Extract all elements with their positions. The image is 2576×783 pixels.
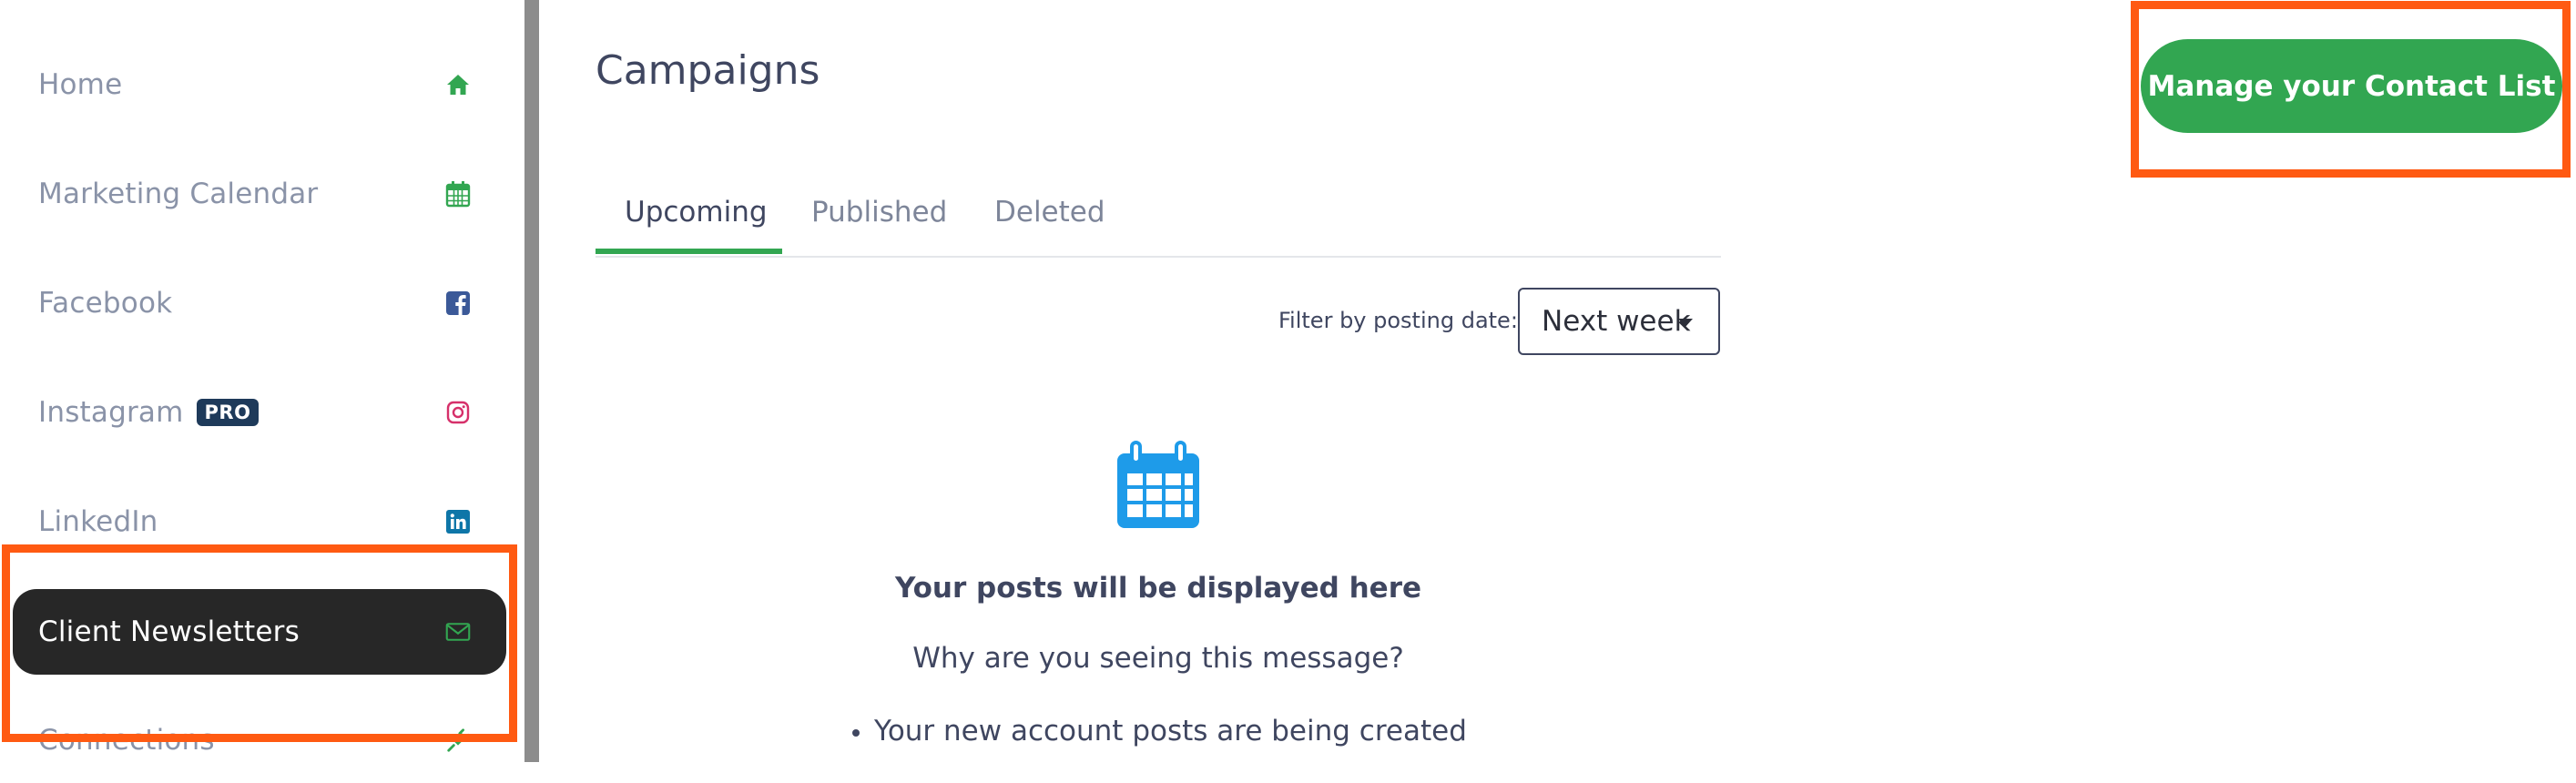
sidebar-item-facebook[interactable]: Facebook [13, 260, 506, 346]
sidebar-item-linkedin[interactable]: LinkedIn [13, 479, 506, 564]
bullet-icon [852, 728, 860, 737]
sidebar-item-label: LinkedIn [38, 505, 158, 538]
empty-state-title: Your posts will be displayed here [894, 572, 1422, 605]
sidebar-item-connections[interactable]: Connections [13, 697, 506, 783]
tab-upcoming[interactable]: Upcoming [625, 196, 768, 229]
page-title: Campaigns [596, 47, 820, 94]
plug-icon [445, 727, 471, 753]
empty-state-reason: Your new account posts are being created [852, 715, 1467, 747]
sidebar-item-label: Home [38, 68, 123, 101]
sidebar-item-instagram[interactable]: Instagram PRO [13, 370, 506, 455]
sidebar-item-label: Facebook [38, 287, 173, 320]
facebook-icon [445, 290, 471, 316]
envelope-icon [445, 619, 471, 645]
calendar-icon [1115, 441, 1202, 535]
tab-deleted[interactable]: Deleted [994, 196, 1105, 229]
empty-state-question: Why are you seeing this message? [912, 642, 1404, 675]
sidebar-item-label: Marketing Calendar [38, 178, 319, 210]
caret-down-icon [1678, 319, 1693, 327]
tab-bar: Upcoming Published Deleted [596, 178, 1721, 258]
home-icon [445, 72, 471, 97]
active-tab-indicator [596, 249, 782, 254]
posting-date-select[interactable]: Next week [1518, 288, 1720, 355]
sidebar-item-label: Instagram [38, 396, 184, 429]
tab-published[interactable]: Published [811, 196, 947, 229]
sidebar-item-marketing-calendar[interactable]: Marketing Calendar [13, 151, 506, 237]
instagram-icon [445, 400, 471, 425]
sidebar-item-label: Connections [38, 724, 215, 757]
manage-contact-list-button[interactable]: Manage your Contact List [2141, 39, 2562, 133]
linkedin-icon [445, 509, 471, 534]
sidebar-item-home[interactable]: Home [13, 42, 506, 127]
empty-state-reason-text: Your new account posts are being created [874, 715, 1467, 747]
posting-date-value: Next week [1542, 305, 1691, 338]
filter-label: Filter by posting date: [1278, 308, 1518, 333]
calendar-icon [445, 181, 471, 208]
pro-badge: PRO [196, 399, 260, 426]
